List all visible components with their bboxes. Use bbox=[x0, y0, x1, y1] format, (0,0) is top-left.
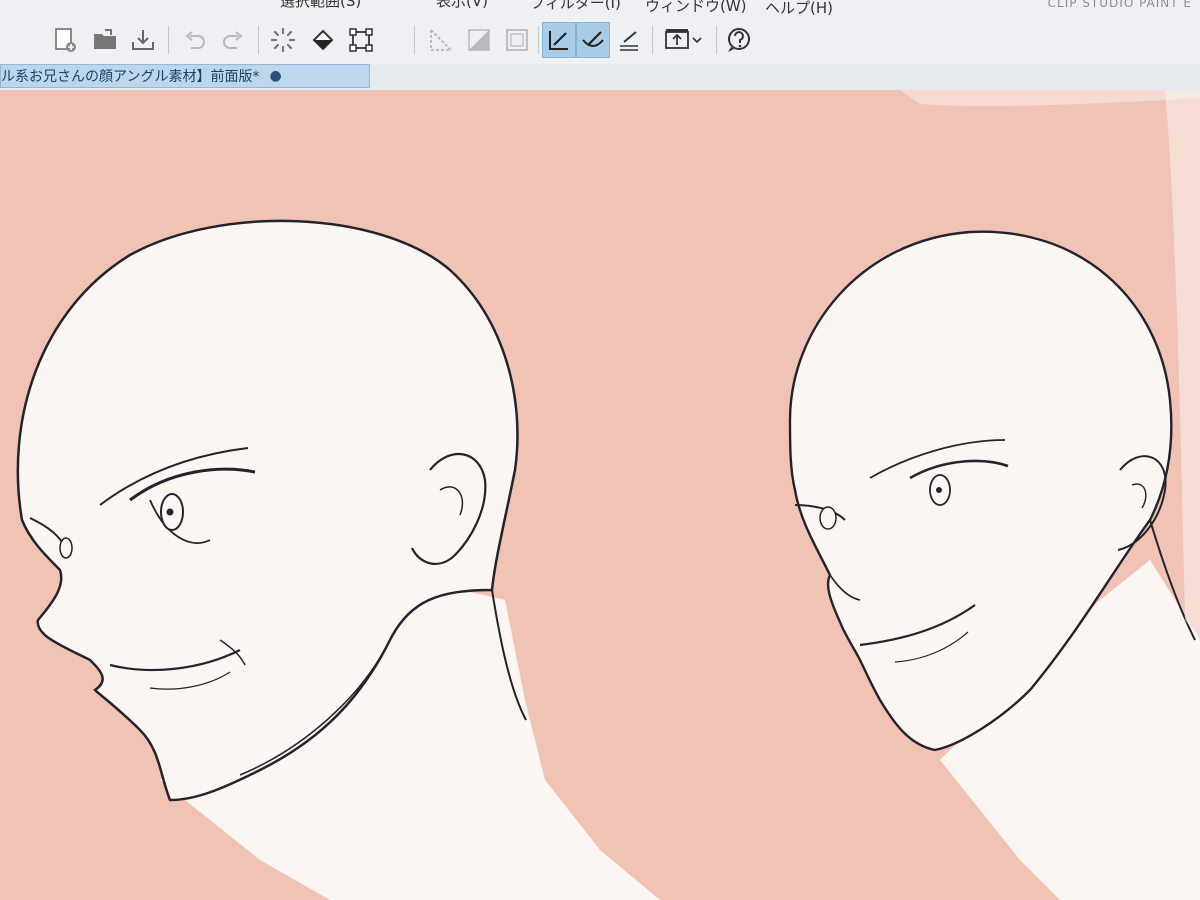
tone-button[interactable] bbox=[462, 22, 496, 58]
snap-to-special-ruler-icon bbox=[582, 31, 604, 47]
left-head-drawing bbox=[16, 219, 660, 900]
menu-window[interactable]: ウィンドウ(W) bbox=[645, 0, 747, 15]
open-button[interactable] bbox=[88, 22, 122, 58]
loading-button[interactable] bbox=[266, 22, 300, 58]
menu-filter[interactable]: フィルター(I) bbox=[530, 0, 621, 12]
menu-help[interactable]: ヘルプ(H) bbox=[765, 0, 833, 17]
new-canvas-button[interactable] bbox=[48, 22, 82, 58]
help-button[interactable] bbox=[722, 22, 756, 58]
modified-indicator: ● bbox=[269, 68, 282, 84]
chevron-down-icon bbox=[692, 37, 702, 44]
snap-to-grid-button[interactable] bbox=[612, 22, 646, 58]
frame-icon bbox=[506, 29, 528, 51]
transform-button[interactable] bbox=[344, 22, 378, 58]
loading-spinner-icon bbox=[270, 27, 296, 53]
save-icon bbox=[132, 30, 154, 50]
clip-studio-window: 選択範囲(S) 表示(V) フィルター(I) ウィンドウ(W) ヘルプ(H) C… bbox=[0, 0, 1200, 900]
transform-icon bbox=[349, 28, 373, 52]
ruler-button[interactable] bbox=[424, 22, 458, 58]
toolbar-separator bbox=[538, 26, 539, 54]
menu-selection[interactable]: 選択範囲(S) bbox=[280, 0, 361, 10]
toolbar-separator bbox=[716, 26, 717, 54]
help-icon bbox=[728, 28, 750, 52]
document-tab-bar: ル系お兄さんの顔アングル素材】前面版* ● bbox=[0, 64, 1200, 90]
command-bar bbox=[0, 18, 1200, 65]
canvas-artwork bbox=[0, 90, 1200, 900]
open-folder-icon bbox=[94, 29, 116, 49]
arrow-left-icon bbox=[0, 26, 9, 54]
ruler-icon bbox=[430, 29, 452, 51]
save-button[interactable] bbox=[126, 22, 160, 58]
document-tab[interactable]: ル系お兄さんの顔アングル素材】前面版* ● bbox=[0, 64, 370, 88]
snap-to-grid-icon bbox=[620, 31, 638, 51]
menu-view[interactable]: 表示(V) bbox=[436, 0, 488, 10]
toolbar-separator bbox=[414, 26, 415, 54]
new-canvas-icon bbox=[55, 28, 76, 52]
right-head-drawing bbox=[788, 230, 1200, 900]
canvas-settings-dropdown[interactable] bbox=[656, 22, 710, 58]
fill-icon bbox=[312, 29, 334, 51]
tone-icon bbox=[468, 29, 490, 51]
canvas-settings-icon bbox=[665, 29, 689, 49]
toolbar-separator bbox=[258, 26, 259, 54]
snap-to-special-ruler-button[interactable] bbox=[576, 22, 610, 58]
frame-button[interactable] bbox=[500, 22, 534, 58]
toolbar-separator bbox=[168, 26, 169, 54]
app-brand: CLIP STUDIO PAINT E bbox=[1047, 0, 1192, 10]
snap-to-ruler-button[interactable] bbox=[542, 22, 576, 58]
edge-icon-button[interactable] bbox=[0, 22, 12, 58]
undo-icon bbox=[185, 31, 205, 49]
drawing-canvas[interactable] bbox=[0, 90, 1200, 900]
toolbar-separator bbox=[652, 26, 653, 54]
fill-button[interactable] bbox=[306, 22, 340, 58]
undo-button[interactable] bbox=[178, 22, 212, 58]
redo-icon bbox=[223, 31, 243, 49]
document-tab-title: ル系お兄さんの顔アングル素材】前面版* bbox=[1, 69, 260, 85]
redo-button[interactable] bbox=[216, 22, 250, 58]
snap-to-ruler-icon bbox=[549, 31, 568, 50]
